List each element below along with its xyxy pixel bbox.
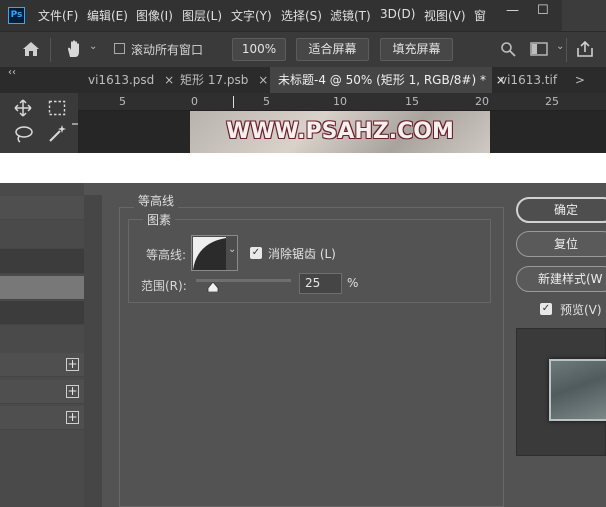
style-list-row[interactable]: + [0, 406, 84, 430]
style-list-row[interactable]: + [0, 353, 84, 377]
document-tab-bar: ‹‹ vi1613.psd × 矩形 17.psb × 未标题-4 @ 50% … [0, 67, 606, 93]
style-list-panel: + + + [0, 183, 84, 507]
style-list-scrollbar[interactable] [84, 195, 102, 507]
contour-section-title: 等高线 [134, 192, 179, 209]
canvas-area[interactable]: WWW.PSAHZ.COM [78, 111, 606, 153]
new-style-button[interactable]: 新建样式(W [516, 266, 606, 292]
add-style-icon[interactable]: + [66, 385, 79, 398]
screenshot-separator [0, 153, 606, 183]
toolbar-divider [50, 38, 51, 62]
reset-button[interactable]: 复位 [516, 231, 606, 257]
menu-3d[interactable]: 3D(D) [380, 7, 415, 21]
scroll-all-label: 滚动所有窗口 [131, 43, 204, 57]
tools-panel [0, 93, 78, 153]
ruler-tick-label: 5 [119, 95, 126, 108]
menu-edit[interactable]: 编辑(E) [87, 7, 128, 24]
workspace-icon[interactable] [530, 42, 548, 56]
home-icon[interactable] [22, 41, 40, 57]
preview-checkbox[interactable]: ✓ [540, 303, 552, 315]
range-slider-thumb[interactable] [207, 282, 219, 292]
scroll-all-checkbox[interactable] [114, 43, 125, 54]
contour-preview-icon [193, 237, 226, 270]
toolbar-divider [566, 38, 567, 62]
style-list-row[interactable] [0, 301, 84, 325]
preview-label: 预览(V) [560, 303, 602, 317]
menu-filter[interactable]: 滤镜(T) [330, 7, 371, 24]
menu-bar: Ps 文件(F) 编辑(E) 图像(I) 图层(L) 文字(Y) 选择(S) 滤… [0, 0, 606, 31]
menu-layer[interactable]: 图层(L) [182, 7, 222, 24]
lasso-tool-icon[interactable] [14, 125, 34, 143]
ruler-tick-label: 5 [263, 95, 270, 108]
close-button-area[interactable] [562, 0, 606, 31]
move-tool-icon[interactable] [14, 99, 32, 117]
photoshop-logo: Ps [8, 7, 25, 24]
menu-type[interactable]: 文字(Y) [231, 7, 272, 24]
chevron-down-icon[interactable]: ⌄ [89, 41, 97, 52]
ruler-tick-label: 25 [545, 95, 559, 108]
add-style-icon[interactable]: + [66, 411, 79, 424]
zoom-100-button[interactable]: 100% [232, 38, 286, 61]
range-value-input[interactable]: 25 [299, 273, 342, 294]
hand-tool-icon[interactable] [64, 39, 84, 59]
tab-close-icon[interactable]: × [258, 73, 268, 87]
ruler-tick-label: 10 [333, 95, 347, 108]
collapse-panels-icon[interactable]: ‹‹ [8, 67, 16, 78]
style-preview-box [516, 328, 606, 456]
tab-overflow-icon[interactable]: > [575, 73, 585, 87]
menu-view[interactable]: 视图(V) [424, 7, 466, 24]
add-style-icon[interactable]: + [66, 358, 79, 371]
style-list-row[interactable] [0, 221, 84, 249]
ruler-tick-label: 20 [475, 95, 489, 108]
tab-vi1613-psd[interactable]: vi1613.psd × [80, 67, 174, 93]
marquee-tool-icon[interactable] [48, 100, 66, 116]
tab-rect-17-psb[interactable]: 矩形 17.psb × [172, 67, 270, 93]
style-list-row-selected[interactable] [0, 276, 84, 300]
tab-label: 矩形 17.psb [180, 73, 249, 87]
tab-label: vi1613.psd [88, 73, 155, 87]
anti-alias-checkbox[interactable]: ✓ [250, 247, 262, 259]
style-list-row[interactable] [0, 196, 84, 220]
document-canvas[interactable]: WWW.PSAHZ.COM [190, 111, 490, 153]
fit-screen-button[interactable]: 适合屏幕 [296, 38, 369, 61]
tab-vi1613-tif[interactable]: vi1613.tif > [492, 67, 606, 93]
contour-dropdown-icon[interactable]: ⌄ [228, 244, 236, 255]
horizontal-ruler: 5 0 5 10 15 20 25 [78, 93, 606, 111]
tab-untitled-4[interactable]: 未标题-4 @ 50% (矩形 1, RGB/8#) * × [270, 67, 506, 93]
menu-window[interactable]: 窗 [474, 7, 486, 24]
menu-file[interactable]: 文件(F) [38, 7, 78, 24]
range-label: 范围(R): [141, 279, 187, 293]
tab-label: 未标题-4 @ 50% (矩形 1, RGB/8#) * [278, 73, 486, 87]
watermark-text: WWW.PSAHZ.COM [226, 119, 454, 144]
share-icon[interactable] [576, 40, 594, 58]
anti-alias-label: 消除锯齿 (L) [268, 247, 336, 261]
fill-screen-button[interactable]: 填充屏幕 [380, 38, 453, 61]
magic-wand-icon[interactable] [48, 123, 68, 143]
tab-label: vi1613.tif [500, 73, 558, 87]
style-preview-swatch [549, 359, 606, 421]
ruler-marker [233, 96, 234, 108]
menu-image[interactable]: 图像(I) [136, 7, 173, 24]
ok-button[interactable]: 确定 [516, 197, 606, 223]
menu-select[interactable]: 选择(S) [281, 7, 322, 24]
search-icon[interactable] [500, 41, 516, 57]
contour-picker[interactable]: ⌄ [191, 235, 238, 271]
options-bar: ⌄ 滚动所有窗口 100% 适合屏幕 填充屏幕 ⌄ [0, 31, 606, 67]
style-list-row[interactable] [0, 249, 84, 274]
minimize-button[interactable]: — [506, 3, 519, 18]
ruler-tick-label: 15 [405, 95, 419, 108]
workspace-chevron-icon[interactable]: ⌄ [556, 41, 564, 52]
range-unit: % [347, 276, 359, 290]
contour-label: 等高线: [146, 248, 187, 262]
elements-group-title: 图素 [143, 211, 176, 228]
maximize-button[interactable]: ☐ [537, 3, 549, 18]
style-list-row[interactable]: + [0, 380, 84, 404]
ruler-tick-label: 0 [191, 95, 198, 108]
